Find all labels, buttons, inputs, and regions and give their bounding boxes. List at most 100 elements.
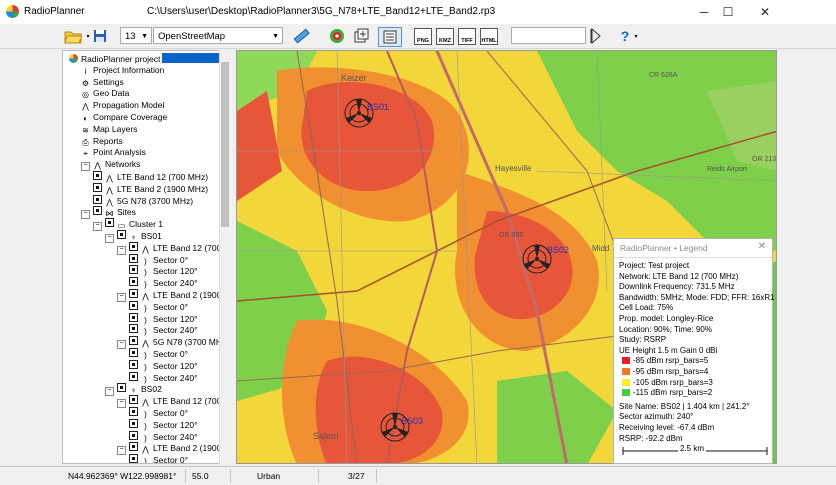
open-dropdown-arrow[interactable]: ▾ (84, 26, 92, 46)
tree-checkbox[interactable] (129, 336, 138, 346)
tree-expander-icon[interactable]: − (117, 293, 126, 302)
tree-checkbox[interactable] (117, 383, 126, 393)
tree-item[interactable]: − ⋀ LTE Band 2 (1900 M (117, 442, 229, 456)
tree-checkbox[interactable] (129, 324, 138, 334)
tree-item[interactable]: i Project Information (81, 65, 165, 76)
tree-item[interactable]: ) Sector 0° (129, 300, 188, 313)
tree-item[interactable]: ) Sector 120° (129, 359, 198, 372)
tree-item[interactable]: ) Sector 120° (129, 312, 198, 325)
tree-item-label: Sector 0° (153, 254, 189, 265)
tree-checkbox[interactable] (129, 348, 138, 357)
maximize-button[interactable]: ☐ (713, 2, 743, 22)
export-png-button[interactable]: PNG (414, 26, 432, 46)
tree-item-label: Sites (117, 207, 136, 218)
tree-checkbox[interactable] (129, 300, 138, 310)
tree-item[interactable]: ⋀ LTE Band 12 (700 MHz) (93, 171, 208, 183)
ruler-icon (293, 28, 310, 44)
tree-expander-icon[interactable]: − (81, 210, 90, 220)
coverage-button[interactable] (328, 26, 346, 46)
tree-item[interactable]: ⋀ 5G N78 (3700 MHz) (93, 194, 193, 207)
tower-icon: ♆ (130, 233, 137, 242)
search-input[interactable] (511, 27, 586, 44)
tree-item[interactable]: ) Sector 0° (129, 348, 188, 360)
tree-item[interactable]: ) Sector 120° (129, 418, 198, 431)
legend-info-line: Cell Load: 75% (619, 303, 673, 312)
tree-scrollbar-thumb[interactable] (221, 62, 229, 227)
tree-expander-icon[interactable]: − (117, 399, 126, 409)
add-layer-button[interactable] (352, 26, 370, 46)
tree-item[interactable]: ) Sector 0° (129, 407, 188, 419)
help-button[interactable]: ? (618, 26, 632, 46)
export-tiff-button[interactable]: TIFF (458, 26, 476, 46)
tree-item[interactable]: ⋀ LTE Band 2 (1900 MHz) (93, 182, 208, 195)
tree-item[interactable]: ⋀ Propagation Model (81, 100, 164, 111)
tree-item-label: Sector 0° (153, 455, 189, 464)
tree-expander-icon[interactable]: − (105, 387, 114, 397)
tree-checkbox[interactable] (93, 194, 102, 204)
tree-item[interactable]: − ⋀ 5G N78 (3700 MHz) (117, 336, 229, 350)
tree-item[interactable]: − ♆ BS02 (105, 383, 162, 397)
tree-expander-icon[interactable]: − (117, 446, 126, 456)
tree-checkbox[interactable] (129, 418, 138, 428)
tree-checkbox[interactable] (117, 230, 126, 239)
tree-checkbox[interactable] (129, 265, 138, 275)
tree-checkbox[interactable] (129, 312, 138, 322)
tree-item-label: Point Analysis (93, 147, 146, 158)
tree-item[interactable]: − ▭ Cluster 1 (93, 218, 163, 232)
tree-checkbox[interactable] (129, 442, 138, 452)
tree-checkbox[interactable] (93, 171, 102, 180)
save-button[interactable] (92, 26, 108, 46)
tree-item[interactable]: ⌖ Point Analysis (81, 147, 146, 158)
export-kmz-button[interactable]: KMZ (436, 26, 454, 46)
tree-item[interactable]: ) Sector 0° (129, 454, 189, 464)
tree-checkbox[interactable] (129, 277, 138, 287)
tree-checkbox[interactable] (129, 289, 138, 298)
tree-item[interactable]: ◐ Compare Coverage (81, 112, 167, 123)
tree-checkbox[interactable] (129, 430, 138, 440)
tree-item[interactable]: ⎙ Reports (81, 136, 122, 147)
tree-item[interactable]: ) Sector 0° (129, 253, 189, 266)
tree-item[interactable]: ) Sector 240° (129, 430, 198, 443)
tree-item[interactable]: − ♆ BS01 (105, 230, 162, 243)
tree-item[interactable]: − ⋀ LTE Band 12 (700 M (117, 395, 229, 409)
list-view-button[interactable] (378, 27, 402, 47)
legend-close-button[interactable]: ✕ (758, 241, 766, 252)
tree-checkbox[interactable] (105, 218, 114, 228)
tree-checkbox[interactable] (129, 407, 138, 416)
tree-item[interactable]: − ⋀ LTE Band 2 (1900 M (117, 289, 229, 302)
tree-item[interactable]: ⚙ Settings (81, 77, 124, 88)
tree-checkbox[interactable] (93, 206, 102, 216)
tree-checkbox[interactable] (129, 359, 138, 369)
ruler-button[interactable] (291, 26, 311, 46)
open-folder-button[interactable] (64, 26, 82, 46)
go-button[interactable] (588, 26, 602, 46)
tree-expander-icon[interactable]: − (117, 340, 126, 350)
tree-expander-icon[interactable]: − (105, 234, 114, 243)
export-html-button[interactable]: HTML (480, 26, 498, 46)
tree-expander-icon[interactable]: − (117, 245, 126, 255)
help-dropdown-arrow[interactable]: ▾ (632, 26, 640, 46)
legend-info-line: Prop. model: Longley-Rice (619, 314, 713, 323)
tree-checkbox[interactable] (93, 182, 102, 192)
tree-checkbox[interactable] (129, 241, 138, 251)
tree-item[interactable]: − ⋀ Networks (81, 159, 140, 172)
tree-item[interactable]: ) Sector 240° (129, 277, 198, 289)
tree-checkbox[interactable] (129, 371, 138, 381)
tree-checkbox[interactable] (129, 395, 138, 405)
tree-item[interactable]: ◎ Geo Data (81, 88, 129, 99)
tree-expander-icon[interactable]: − (81, 162, 90, 172)
close-button[interactable]: ✕ (750, 2, 780, 22)
tree-item[interactable]: ) Sector 240° (129, 324, 198, 336)
tree-checkbox[interactable] (129, 454, 138, 463)
tree-item[interactable]: ) Sector 120° (129, 265, 198, 277)
map-source-select[interactable]: OpenStreetMap ▼ (153, 27, 283, 44)
tree-item[interactable]: RadioPlanner project (69, 53, 221, 64)
tree-item[interactable]: ) Sector 240° (129, 371, 198, 384)
tree-checkbox[interactable] (129, 253, 138, 263)
tree-item[interactable]: ≋ Map Layers (81, 124, 137, 135)
tree-item[interactable]: − ⋀ LTE Band 12 (700 M (117, 241, 229, 255)
zoom-level-select[interactable]: 13 ▼ (120, 27, 152, 44)
tree-item[interactable]: − ⋈ Sites (81, 206, 136, 220)
legend-line-text: UE Height 1.5 m Gain 0 dBi (619, 345, 718, 355)
tree-expander-icon[interactable]: − (93, 222, 102, 232)
